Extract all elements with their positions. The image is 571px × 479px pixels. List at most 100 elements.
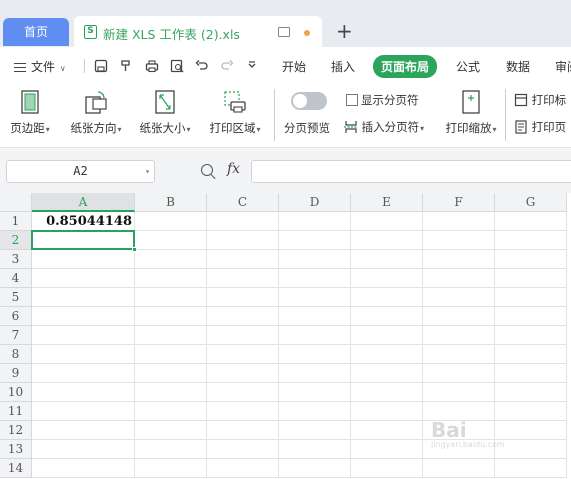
tab-insert[interactable]: 插入 (331, 58, 355, 75)
page-break-preview-label: 分页预览 (284, 121, 330, 135)
row-header-5[interactable]: 5 (0, 288, 32, 307)
print-preview-icon[interactable] (170, 59, 184, 73)
print-scaling-label: 打印缩放 (445, 121, 492, 135)
gridline-column (422, 212, 423, 478)
margins-button[interactable]: 页边距▾ (8, 90, 52, 136)
gridline-row (32, 325, 567, 326)
fill-handle[interactable] (132, 247, 137, 252)
tab-formulas[interactable]: 公式 (456, 58, 480, 75)
spreadsheet-window: 首页 S 新建 XLS 工作表 (2).xls + 文件 ∨ 开始 插入 页面布… (0, 0, 571, 479)
tab-start[interactable]: 开始 (282, 58, 306, 75)
page-break-preview-toggle[interactable] (291, 92, 327, 110)
chevron-down-icon: ▾ (117, 125, 122, 134)
column-header-f[interactable]: F (423, 193, 495, 212)
window-icon[interactable] (278, 27, 290, 37)
column-header-c[interactable]: C (207, 193, 279, 212)
row-header-7[interactable]: 7 (0, 326, 32, 345)
menu-bar: 文件 ∨ 开始 插入 页面布局 公式 数据 审阅 (0, 47, 571, 85)
formula-input[interactable] (251, 160, 571, 183)
print-icon[interactable] (145, 59, 159, 73)
row-header-11[interactable]: 11 (0, 402, 32, 421)
name-box-value: A2 (73, 164, 88, 178)
more-dropdown-icon[interactable] (245, 59, 259, 73)
gridline-column (206, 212, 207, 478)
margins-icon (19, 90, 41, 114)
tab-home[interactable]: 首页 (3, 18, 69, 46)
chevron-down-icon: ▾ (256, 125, 261, 134)
unsaved-dot-icon (304, 30, 310, 36)
row-header-4[interactable]: 4 (0, 269, 32, 288)
column-header-a[interactable]: A (32, 193, 135, 212)
row-header-13[interactable]: 13 (0, 440, 32, 459)
fx-icon[interactable]: fx (227, 161, 240, 177)
show-page-breaks-label: 显示分页符 (361, 93, 419, 107)
print-area-button[interactable]: 打印区域▾ (204, 90, 266, 136)
row-header-3[interactable]: 3 (0, 250, 32, 269)
gridline-column (278, 212, 279, 478)
document-title: 新建 XLS 工作表 (2).xls (103, 27, 240, 42)
orientation-label: 纸张方向 (70, 121, 117, 135)
show-page-breaks-checkbox[interactable]: 显示分页符 (346, 92, 419, 108)
print-titles-icon (514, 93, 528, 107)
file-menu-label: 文件 (31, 60, 56, 74)
name-box[interactable]: A2 ▾ (6, 160, 155, 183)
insert-page-break-button[interactable]: 插入分页符▾ (344, 119, 424, 135)
paper-size-icon (154, 90, 176, 114)
new-tab-button[interactable]: + (336, 19, 353, 43)
row-header-14[interactable]: 14 (0, 459, 32, 478)
xls-file-icon: S (84, 25, 97, 39)
column-header-g[interactable]: G (495, 193, 567, 212)
baidu-watermark: Bai jingyan.baidu.com (431, 418, 505, 449)
format-painter-icon[interactable] (119, 59, 133, 73)
formula-bar: A2 ▾ fx (0, 148, 571, 193)
column-header-b[interactable]: B (135, 193, 207, 212)
chevron-down-icon: ▾ (186, 125, 191, 134)
gridline-column (566, 212, 567, 478)
orientation-icon (84, 90, 108, 114)
tab-page-layout[interactable]: 页面布局 (373, 55, 438, 78)
tab-document[interactable]: S 新建 XLS 工作表 (2).xls (74, 16, 322, 47)
save-icon[interactable] (94, 59, 108, 73)
orientation-button[interactable]: 纸张方向▾ (66, 90, 126, 136)
insert-page-break-icon (344, 120, 358, 134)
row-header-12[interactable]: 12 (0, 421, 32, 440)
gridline-row (32, 268, 567, 269)
column-header-e[interactable]: E (351, 193, 423, 212)
print-area-label: 打印区域 (209, 121, 256, 135)
row-header-8[interactable]: 8 (0, 345, 32, 364)
print-area-icon (223, 90, 247, 114)
zoom-icon[interactable] (201, 164, 213, 176)
cell-a1[interactable]: 0.85044148 (32, 213, 132, 230)
print-titles-button[interactable]: 打印标 (514, 92, 566, 108)
redo-icon[interactable] (220, 59, 234, 73)
chevron-down-icon: ▾ (420, 124, 425, 133)
insert-page-break-label: 插入分页符 (361, 120, 420, 134)
print-page-button[interactable]: 打印页 (514, 119, 566, 135)
row-header-6[interactable]: 6 (0, 307, 32, 326)
row-header-1[interactable]: 1 (0, 212, 32, 231)
paper-size-button[interactable]: 纸张大小▾ (135, 90, 195, 136)
hamburger-icon (14, 63, 26, 72)
column-header-d[interactable]: D (279, 193, 351, 212)
chevron-down-icon: ∨ (59, 64, 66, 73)
tab-bar: 首页 S 新建 XLS 工作表 (2).xls + (0, 0, 571, 47)
row-header-10[interactable]: 10 (0, 383, 32, 402)
select-all-corner[interactable] (0, 193, 32, 212)
tab-review[interactable]: 审阅 (555, 58, 571, 75)
gridline-row (32, 306, 567, 307)
gridline-row (32, 382, 567, 383)
print-scaling-icon (460, 90, 482, 114)
row-header-9[interactable]: 9 (0, 364, 32, 383)
print-scaling-button[interactable]: 打印缩放▾ (440, 90, 502, 136)
tab-data[interactable]: 数据 (506, 58, 530, 75)
checkbox-icon (346, 94, 358, 106)
active-cell-a2[interactable] (31, 230, 135, 250)
chevron-down-icon: ▾ (492, 125, 497, 134)
divider (505, 89, 506, 141)
print-page-label: 打印页 (531, 120, 567, 134)
file-menu-button[interactable]: 文件 ∨ (14, 58, 66, 75)
gridline-row (32, 344, 567, 345)
undo-icon[interactable] (195, 59, 209, 73)
watermark-text: Bai (431, 418, 467, 442)
row-header-2[interactable]: 2 (0, 231, 32, 250)
